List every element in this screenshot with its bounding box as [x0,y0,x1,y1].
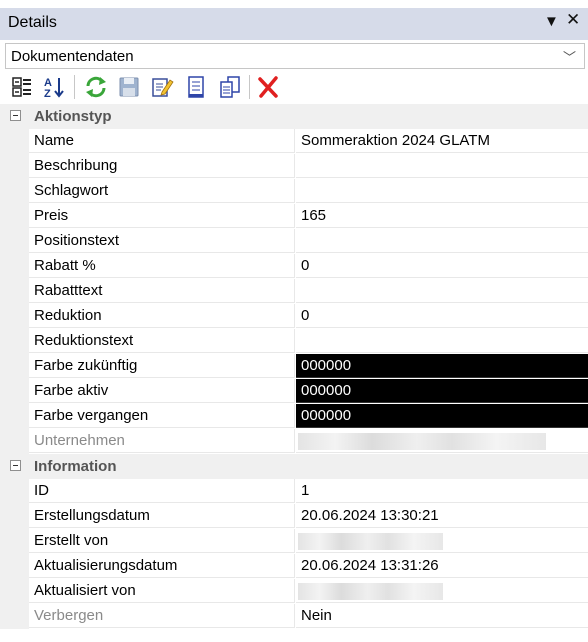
property-row-farbe-vergangen[interactable]: Farbe vergangen 000000 [0,404,588,429]
copy-icon[interactable] [218,75,242,99]
property-row-rabatttext[interactable]: Rabatttext [0,279,588,304]
property-value[interactable]: 0 [296,254,588,278]
property-row-unternehmen[interactable]: Unternehmen [0,429,588,454]
property-row-positionstext[interactable]: Positionstext [0,229,588,254]
property-value[interactable]: 20.06.2024 13:30:21 [296,504,588,528]
property-value[interactable] [296,229,588,253]
property-value[interactable]: Nein [296,604,588,628]
property-label: Unternehmen [29,429,295,453]
category-information[interactable]: Information [0,454,588,479]
property-row-verbergen[interactable]: Verbergen Nein [0,604,588,629]
property-grid: Aktionstyp Name Sommeraktion 2024 GLATM … [0,104,588,642]
redacted-text [298,583,443,600]
details-panel: Details ▼ ✕ Dokumentendaten ﹀ A Z Aktion… [0,0,588,642]
property-row-preis[interactable]: Preis 165 [0,204,588,229]
property-row-farbe-zukuenftig[interactable]: Farbe zukünftig 000000 [0,354,588,379]
property-value-redacted [296,429,588,453]
property-label: Rabatttext [29,279,295,303]
property-row-id[interactable]: ID 1 [0,479,588,504]
property-row-name[interactable]: Name Sommeraktion 2024 GLATM [0,129,588,154]
toolbar: A Z [0,70,588,104]
property-label: Reduktionstext [29,329,295,353]
close-icon[interactable]: ✕ [566,10,580,30]
document-icon[interactable] [184,75,208,99]
property-row-schlagwort[interactable]: Schlagwort [0,179,588,204]
property-label: Preis [29,204,295,228]
save-icon[interactable] [117,75,141,99]
chevron-down-icon: ﹀ [562,50,576,65]
property-value-redacted [296,579,588,603]
collapse-icon[interactable] [10,110,21,121]
property-value-redacted [296,529,588,553]
property-label: Rabatt % [29,254,295,278]
property-row-farbe-aktiv[interactable]: Farbe aktiv 000000 [0,379,588,404]
property-row-reduktionstext[interactable]: Reduktionstext [0,329,588,354]
property-label: Erstellt von [29,529,295,553]
property-label: ID [29,479,295,503]
property-label: Aktualisiert von [29,579,295,603]
property-row-beschribung[interactable]: Beschribung [0,154,588,179]
edit-icon[interactable] [150,75,174,99]
property-label: Farbe vergangen [29,404,295,428]
property-label: Name [29,129,295,153]
property-value[interactable]: 0 [296,304,588,328]
panel-title-bar: Details ▼ ✕ [0,0,588,40]
view-selector-value: Dokumentendaten [11,48,134,65]
color-value[interactable]: 000000 [296,354,588,378]
category-aktionstyp[interactable]: Aktionstyp [0,104,588,129]
color-value[interactable]: 000000 [296,404,588,428]
property-row-erstellungsdatum[interactable]: Erstellungsdatum 20.06.2024 13:30:21 [0,504,588,529]
property-label: Erstellungsdatum [29,504,295,528]
dropdown-arrow-icon[interactable]: ▼ [544,12,559,32]
property-label: Farbe zukünftig [29,354,295,378]
property-label: Aktualisierungsdatum [29,554,295,578]
property-label: Reduktion [29,304,295,328]
property-label: Beschribung [29,154,295,178]
collapse-icon[interactable] [10,460,21,471]
property-value[interactable]: Sommeraktion 2024 GLATM [296,129,588,153]
property-row-reduktion[interactable]: Reduktion 0 [0,304,588,329]
toolbar-separator [74,75,75,99]
alphabetical-sort-icon[interactable]: A Z [42,75,66,99]
property-label: Schlagwort [29,179,295,203]
property-value[interactable] [296,329,588,353]
svg-text:Z: Z [44,88,51,99]
view-selector[interactable]: Dokumentendaten ﹀ [5,43,585,69]
property-value[interactable] [296,154,588,178]
property-row-rabatt[interactable]: Rabatt % 0 [0,254,588,279]
panel-title: Details [8,14,57,31]
redacted-text [298,433,546,450]
property-value[interactable]: 20.06.2024 13:31:26 [296,554,588,578]
category-title: Information [34,458,117,475]
property-label: Positionstext [29,229,295,253]
category-title: Aktionstyp [34,108,112,125]
property-label: Verbergen [29,604,295,628]
color-value[interactable]: 000000 [296,379,588,403]
toolbar-separator [249,75,250,99]
property-row-erstellt-von[interactable]: Erstellt von [0,529,588,554]
property-value[interactable] [296,279,588,303]
property-value[interactable] [296,179,588,203]
property-row-aktualisierungsdatum[interactable]: Aktualisierungsdatum 20.06.2024 13:31:26 [0,554,588,579]
redacted-text [298,533,443,550]
property-row-aktualisiert-von[interactable]: Aktualisiert von [0,579,588,604]
delete-icon[interactable] [256,75,280,99]
property-value[interactable]: 165 [296,204,588,228]
refresh-icon[interactable] [84,75,108,99]
categorized-view-icon[interactable] [10,75,34,99]
property-label: Farbe aktiv [29,379,295,403]
property-value[interactable]: 1 [296,479,588,503]
